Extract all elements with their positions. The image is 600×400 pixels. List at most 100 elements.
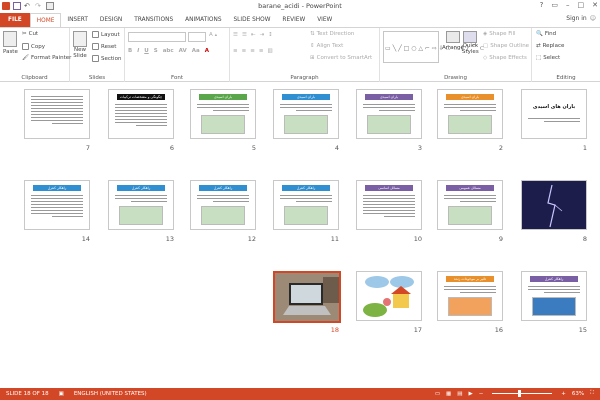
strikethrough-icon[interactable]: abc xyxy=(163,48,174,54)
bullets-icon[interactable]: ☰ xyxy=(233,32,238,38)
zoom-slider[interactable] xyxy=(492,390,553,397)
tab-design[interactable]: DESIGN xyxy=(94,13,128,27)
fit-slide-icon[interactable]: ⛶ xyxy=(590,390,594,397)
slide-thumbnail[interactable] xyxy=(24,89,90,139)
slide-thumbnail[interactable]: مسائل عمومی xyxy=(437,180,503,230)
slide-title-bar: مسائل عمومی xyxy=(446,185,494,191)
slide-thumbnail[interactable]: چگونگی و مشخصات ترکیبات باران اسیدی xyxy=(108,89,174,139)
text-direction-button[interactable]: ⇅ Text Direction xyxy=(310,31,354,37)
line-spacing-icon[interactable]: ↕ xyxy=(268,32,273,38)
slide-thumbnail[interactable]: راهکار کنترل xyxy=(108,180,174,230)
layout-button[interactable]: Layout xyxy=(92,31,120,38)
slide-thumbnail[interactable]: مسائل اساسی xyxy=(356,180,422,230)
quick-styles-button[interactable]: Quick Styles xyxy=(462,31,479,55)
outline-icon: ▢ xyxy=(483,43,489,49)
minimize-icon[interactable]: – xyxy=(566,1,570,9)
case-icon[interactable]: Aa xyxy=(192,48,200,54)
bold-icon[interactable]: B xyxy=(128,48,132,54)
slide-thumbnail[interactable]: تاثیر بر موجودات زنده xyxy=(437,271,503,321)
align-text-icon: ⇕ xyxy=(310,43,315,49)
slide-thumbnail[interactable] xyxy=(356,271,422,321)
tab-file[interactable]: FILE xyxy=(0,13,30,27)
select-button[interactable]: ⬚ Select xyxy=(536,55,560,61)
slide-thumbnail[interactable] xyxy=(521,180,587,230)
arrange-button[interactable]: Arrange xyxy=(442,31,464,51)
slide-thumbnail[interactable]: باران اسیدی xyxy=(190,89,256,139)
numbering-icon[interactable]: ☰ xyxy=(242,32,247,38)
arrange-label: Arrange xyxy=(442,45,464,51)
zoom-level[interactable]: 63% xyxy=(572,391,584,397)
slide-thumbnail[interactable] xyxy=(273,271,341,323)
slide-thumbnail[interactable]: راهکار کنترل xyxy=(24,180,90,230)
spacing-icon[interactable]: AV xyxy=(179,48,187,54)
shape-fill-button[interactable]: ◈ Shape Fill xyxy=(483,31,516,37)
slide-thumbnail[interactable]: راهکار کنترل xyxy=(521,271,587,321)
slide-thumbnail[interactable]: راهکار کنترل xyxy=(190,180,256,230)
shape-effects-label: Shape Effects xyxy=(489,55,527,61)
justify-icon[interactable]: ≡ xyxy=(259,48,264,54)
replace-button[interactable]: ⇄ Replace xyxy=(536,43,564,49)
shape-outline-button[interactable]: ▢ Shape Outline xyxy=(483,43,529,49)
tab-view[interactable]: VIEW xyxy=(311,13,338,27)
title-bar: ↶ ↷ barane_acidi - PowerPoint ? ▭ – □ ✕ xyxy=(0,0,600,13)
paste-button[interactable]: Paste xyxy=(3,31,18,55)
tab-home[interactable]: HOME xyxy=(29,13,62,27)
tab-animations[interactable]: ANIMATIONS xyxy=(179,13,227,27)
select-label: Select xyxy=(543,55,561,61)
slide-thumbnail[interactable]: راهکار کنترل xyxy=(273,180,339,230)
slide-number: 18 xyxy=(330,326,339,334)
spell-check-icon[interactable]: ▣ xyxy=(59,391,64,397)
copy-button[interactable]: Copy xyxy=(22,43,45,50)
format-painter-button[interactable]: 🖌 Format Painter xyxy=(22,55,71,61)
maximize-icon[interactable]: □ xyxy=(578,1,585,9)
underline-icon[interactable]: U xyxy=(144,48,148,54)
columns-icon[interactable]: ▥ xyxy=(267,48,272,54)
align-right-icon[interactable]: ≡ xyxy=(250,48,255,54)
new-slide-button[interactable]: New Slide xyxy=(73,31,87,59)
lightning-image xyxy=(547,184,563,228)
language-status[interactable]: ENGLISH (UNITED STATES) xyxy=(74,391,147,397)
font-size-box[interactable] xyxy=(188,32,206,42)
reading-view-icon[interactable]: ▤ xyxy=(457,391,462,397)
tab-insert[interactable]: INSERT xyxy=(61,13,94,27)
cut-button[interactable]: ✂ Cut xyxy=(22,31,38,37)
shape-effects-button[interactable]: ◇ Shape Effects xyxy=(483,55,527,61)
decrease-indent-icon[interactable]: ⇤ xyxy=(251,32,256,38)
tab-review[interactable]: REVIEW xyxy=(276,13,311,27)
increase-indent-icon[interactable]: ⇥ xyxy=(259,32,264,38)
sign-in-label[interactable]: Sign in xyxy=(566,15,586,22)
zoom-in-icon[interactable]: + xyxy=(561,391,566,397)
slide-thumbnail[interactable]: باران اسیدی xyxy=(437,89,503,139)
reset-button[interactable]: Reset xyxy=(92,43,116,50)
list-buttons[interactable]: ☰ ☰ ⇤ ⇥ ↕ xyxy=(233,32,273,38)
slide-body-lines xyxy=(363,195,415,219)
grow-font-icon[interactable]: A ▴ xyxy=(209,32,217,38)
ribbon-display-icon[interactable]: ▭ xyxy=(551,1,558,9)
slide-thumbnail[interactable]: باران اسیدی xyxy=(356,89,422,139)
shapes-gallery[interactable]: ▭ ╲ ╱ □ ○ △ ⌐ ⇨ ⇩ ⬠ ☆ { } ⌒ ⊂ xyxy=(383,31,484,63)
help-icon[interactable]: ? xyxy=(540,1,544,9)
align-buttons[interactable]: ≡ ≡ ≡ ≡ ▥ xyxy=(233,48,273,54)
shadow-icon[interactable]: S xyxy=(154,48,158,54)
slide-thumbnail[interactable]: باران اسیدی xyxy=(273,89,339,139)
tab-transitions[interactable]: TRANSITIONS xyxy=(128,13,179,27)
slide-number: 4 xyxy=(334,144,339,152)
section-button[interactable]: Section xyxy=(92,55,121,62)
italic-icon[interactable]: I xyxy=(137,48,139,54)
tab-slide-show[interactable]: SLIDE SHOW xyxy=(228,13,277,27)
font-format-buttons[interactable]: B I U Sabc AV Aa A xyxy=(128,48,209,54)
close-icon[interactable]: ✕ xyxy=(592,1,598,9)
align-center-icon[interactable]: ≡ xyxy=(242,48,247,54)
align-left-icon[interactable]: ≡ xyxy=(233,48,238,54)
font-color-icon[interactable]: A xyxy=(205,48,209,54)
zoom-out-icon[interactable]: − xyxy=(479,391,484,397)
slide-sorter-view-icon[interactable]: ▦ xyxy=(446,391,451,397)
sign-in[interactable]: Sign in ☺ xyxy=(566,15,596,22)
find-button[interactable]: 🔍 Find xyxy=(536,31,556,37)
slideshow-view-icon[interactable]: ▶ xyxy=(468,391,472,397)
font-name-box[interactable] xyxy=(128,32,186,42)
convert-smartart-button[interactable]: ⊞ Convert to SmartArt xyxy=(310,55,372,61)
slide-thumbnail[interactable]: باران های اسیدی xyxy=(521,89,587,139)
align-text-button[interactable]: ⇕ Align Text xyxy=(310,43,343,49)
normal-view-icon[interactable]: ▭ xyxy=(435,391,440,397)
